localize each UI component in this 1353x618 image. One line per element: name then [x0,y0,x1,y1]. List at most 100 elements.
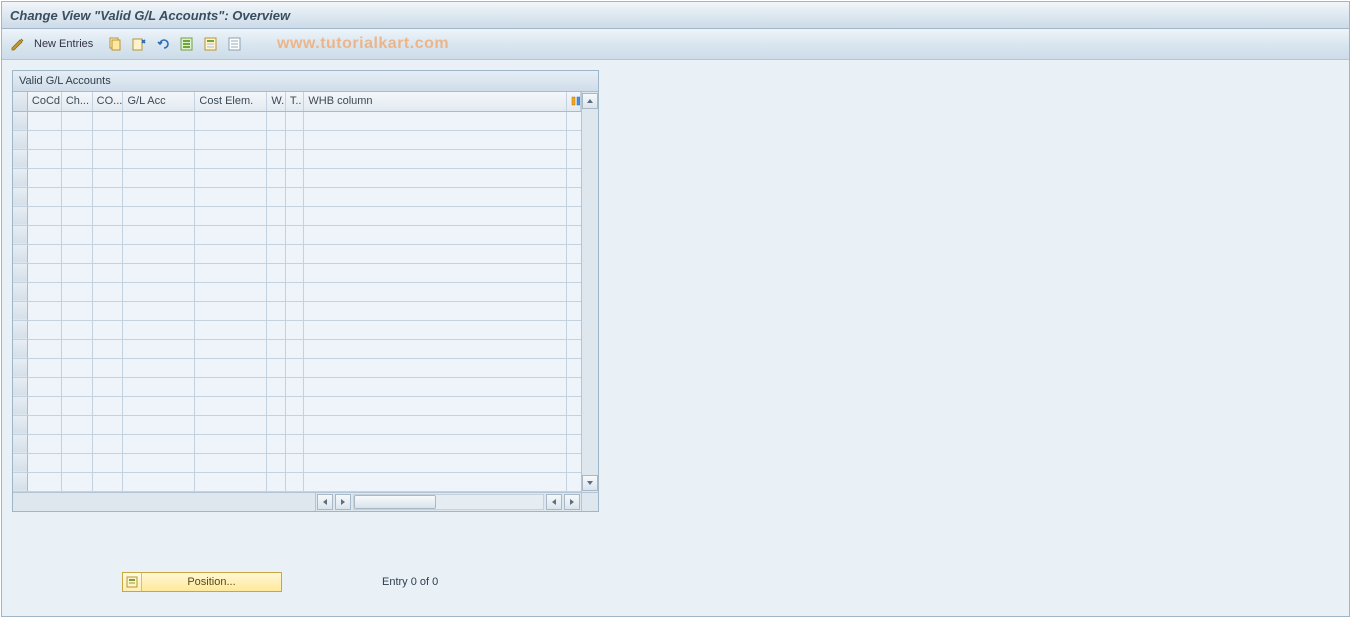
copy-icon[interactable] [105,34,125,54]
table-cell[interactable] [304,434,566,453]
table-row[interactable] [13,472,581,491]
row-selector[interactable] [13,415,27,434]
table-cell[interactable] [92,453,123,472]
table-cell[interactable] [566,415,580,434]
table-cell[interactable] [195,168,267,187]
table-cell[interactable] [27,377,61,396]
table-cell[interactable] [195,434,267,453]
horizontal-scroll-thumb[interactable] [354,495,436,509]
table-cell[interactable] [123,130,195,149]
horizontal-scrollbar[interactable] [13,492,598,511]
table-cell[interactable] [92,358,123,377]
table-cell[interactable] [27,434,61,453]
table-cell[interactable] [285,187,304,206]
table-cell[interactable] [304,377,566,396]
grid-table[interactable]: CoCd Ch... CO... G/L Acc Cost Elem. W. T… [13,92,581,492]
table-cell[interactable] [123,396,195,415]
scroll-left-icon[interactable] [317,494,333,510]
table-cell[interactable] [123,244,195,263]
table-cell[interactable] [304,396,566,415]
row-selector[interactable] [13,339,27,358]
table-cell[interactable] [92,434,123,453]
table-cell[interactable] [566,149,580,168]
table-cell[interactable] [267,453,286,472]
table-row[interactable] [13,187,581,206]
table-cell[interactable] [123,149,195,168]
table-cell[interactable] [285,282,304,301]
table-cell[interactable] [27,472,61,491]
table-cell[interactable] [92,111,123,130]
table-cell[interactable] [566,434,580,453]
table-cell[interactable] [195,358,267,377]
table-row[interactable] [13,282,581,301]
scroll-right-inner-icon[interactable] [335,494,351,510]
table-cell[interactable] [304,453,566,472]
row-selector[interactable] [13,434,27,453]
table-cell[interactable] [285,358,304,377]
table-cell[interactable] [304,111,566,130]
table-cell[interactable] [123,320,195,339]
table-cell[interactable] [27,130,61,149]
table-row[interactable] [13,263,581,282]
table-cell[interactable] [267,244,286,263]
table-row[interactable] [13,149,581,168]
row-selector[interactable] [13,149,27,168]
table-cell[interactable] [267,187,286,206]
column-header-cocd[interactable]: CoCd [27,92,61,111]
table-row[interactable] [13,339,581,358]
table-row[interactable] [13,396,581,415]
table-cell[interactable] [27,301,61,320]
table-cell[interactable] [566,396,580,415]
table-cell[interactable] [304,282,566,301]
select-all-icon[interactable] [177,34,197,54]
table-row[interactable] [13,453,581,472]
table-cell[interactable] [27,244,61,263]
table-cell[interactable] [61,225,92,244]
table-cell[interactable] [566,168,580,187]
table-cell[interactable] [285,225,304,244]
table-cell[interactable] [92,396,123,415]
table-cell[interactable] [566,244,580,263]
table-cell[interactable] [123,434,195,453]
table-cell[interactable] [267,434,286,453]
table-cell[interactable] [92,472,123,491]
table-row[interactable] [13,358,581,377]
column-header-w[interactable]: W. [267,92,286,111]
table-cell[interactable] [27,149,61,168]
table-row[interactable] [13,206,581,225]
table-row[interactable] [13,225,581,244]
table-cell[interactable] [195,244,267,263]
table-cell[interactable] [304,130,566,149]
table-cell[interactable] [285,130,304,149]
table-cell[interactable] [267,339,286,358]
row-selector[interactable] [13,320,27,339]
table-cell[interactable] [285,434,304,453]
undo-icon[interactable] [153,34,173,54]
table-cell[interactable] [27,320,61,339]
table-cell[interactable] [61,453,92,472]
row-selector[interactable] [13,472,27,491]
table-cell[interactable] [123,168,195,187]
table-cell[interactable] [566,320,580,339]
table-cell[interactable] [61,396,92,415]
table-cell[interactable] [27,168,61,187]
table-cell[interactable] [304,187,566,206]
row-selector[interactable] [13,377,27,396]
vertical-scroll-track[interactable] [583,110,597,474]
table-cell[interactable] [267,282,286,301]
table-cell[interactable] [27,111,61,130]
table-row[interactable] [13,415,581,434]
table-cell[interactable] [27,282,61,301]
table-cell[interactable] [566,453,580,472]
column-header-t[interactable]: T.. [285,92,304,111]
table-cell[interactable] [267,130,286,149]
table-cell[interactable] [92,339,123,358]
table-cell[interactable] [92,206,123,225]
table-cell[interactable] [27,453,61,472]
vertical-scrollbar[interactable] [581,92,598,492]
table-cell[interactable] [92,320,123,339]
table-cell[interactable] [267,415,286,434]
scroll-up-icon[interactable] [582,93,598,109]
table-cell[interactable] [285,263,304,282]
table-cell[interactable] [123,472,195,491]
